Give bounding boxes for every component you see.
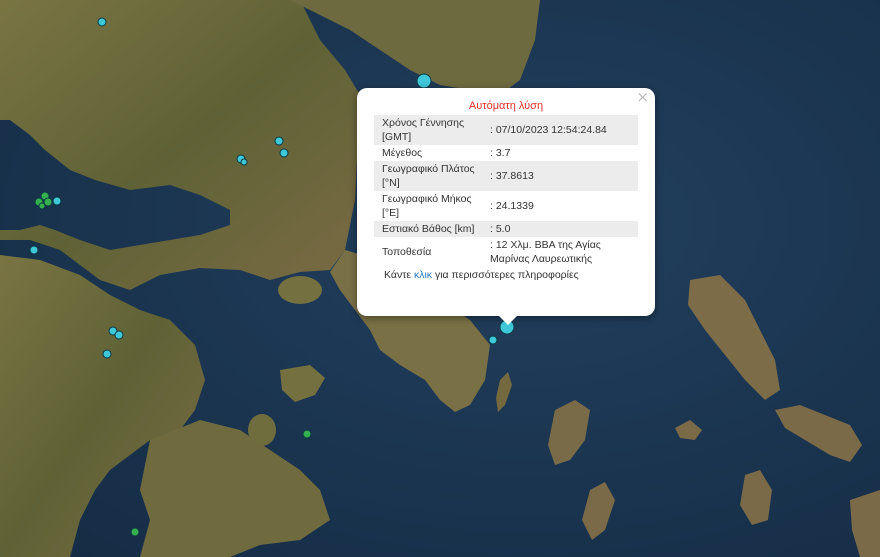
row-label: Εστιακό Βάθος [km]	[374, 221, 482, 237]
more-info-link[interactable]: κλικ	[414, 269, 432, 281]
quake-marker[interactable]	[274, 136, 284, 146]
popup-tip	[499, 316, 517, 325]
table-row: Χρόνος Γέννησης [GMT] : 07/10/2023 12:54…	[374, 115, 638, 145]
details-table: Χρόνος Γέννησης [GMT] : 07/10/2023 12:54…	[374, 115, 638, 267]
quake-marker[interactable]	[29, 245, 39, 255]
more-info-text: Κάντε κλικ για περισσότερες πληροφορίες	[374, 267, 638, 281]
popup-content: Αυτόματη λύση Χρόνος Γέννησης [GMT] : 07…	[374, 98, 638, 281]
poros-island	[248, 414, 276, 446]
row-label: Γεωγραφικό Πλάτος [°N]	[374, 161, 482, 191]
row-value: : 07/10/2023 12:54:24.84	[482, 115, 638, 145]
quake-marker[interactable]	[52, 196, 62, 206]
row-label: Μέγεθος	[374, 145, 482, 161]
quake-marker-green[interactable]	[38, 202, 46, 210]
earthquake-info-popup: × Αυτόματη λύση Χρόνος Γέννησης [GMT] : …	[357, 88, 655, 325]
quake-marker[interactable]	[488, 335, 498, 345]
table-row: Τοποθεσία : 12 Χλμ. ΒΒΑ της Αγίας Μαρίνα…	[374, 237, 638, 267]
more-info-prefix: Κάντε	[384, 269, 414, 281]
quake-marker[interactable]	[114, 330, 124, 340]
row-label: Τοποθεσία	[374, 237, 482, 267]
row-value: : 37.8613	[482, 161, 638, 191]
table-row: Μέγεθος : 3.7	[374, 145, 638, 161]
more-info-suffix: για περισσότερες πληροφορίες	[432, 269, 579, 281]
quake-marker[interactable]	[240, 158, 248, 166]
table-row: Γεωγραφικό Πλάτος [°N] : 37.8613	[374, 161, 638, 191]
quake-marker[interactable]	[97, 17, 107, 27]
row-value: : 24.1339	[482, 191, 638, 221]
salamis-island	[278, 276, 322, 304]
quake-marker[interactable]	[416, 73, 432, 89]
quake-marker[interactable]	[279, 148, 289, 158]
close-icon[interactable]: ×	[636, 89, 649, 105]
quake-marker[interactable]	[102, 349, 112, 359]
quake-marker-green[interactable]	[302, 429, 312, 439]
mainland-central-greece	[0, 0, 360, 290]
row-value: : 5.0	[482, 221, 638, 237]
table-row: Εστιακό Βάθος [km] : 5.0	[374, 221, 638, 237]
row-label: Χρόνος Γέννησης [GMT]	[374, 115, 482, 145]
popup-title: Αυτόματη λύση	[374, 98, 638, 115]
row-value: : 3.7	[482, 145, 638, 161]
quake-marker-green[interactable]	[130, 527, 140, 537]
row-value: : 12 Χλμ. ΒΒΑ της Αγίας Μαρίνας Λαυρεωτι…	[482, 237, 638, 267]
table-row: Γεωγραφικό Μήκος [°E] : 24.1339	[374, 191, 638, 221]
row-label: Γεωγραφικό Μήκος [°E]	[374, 191, 482, 221]
